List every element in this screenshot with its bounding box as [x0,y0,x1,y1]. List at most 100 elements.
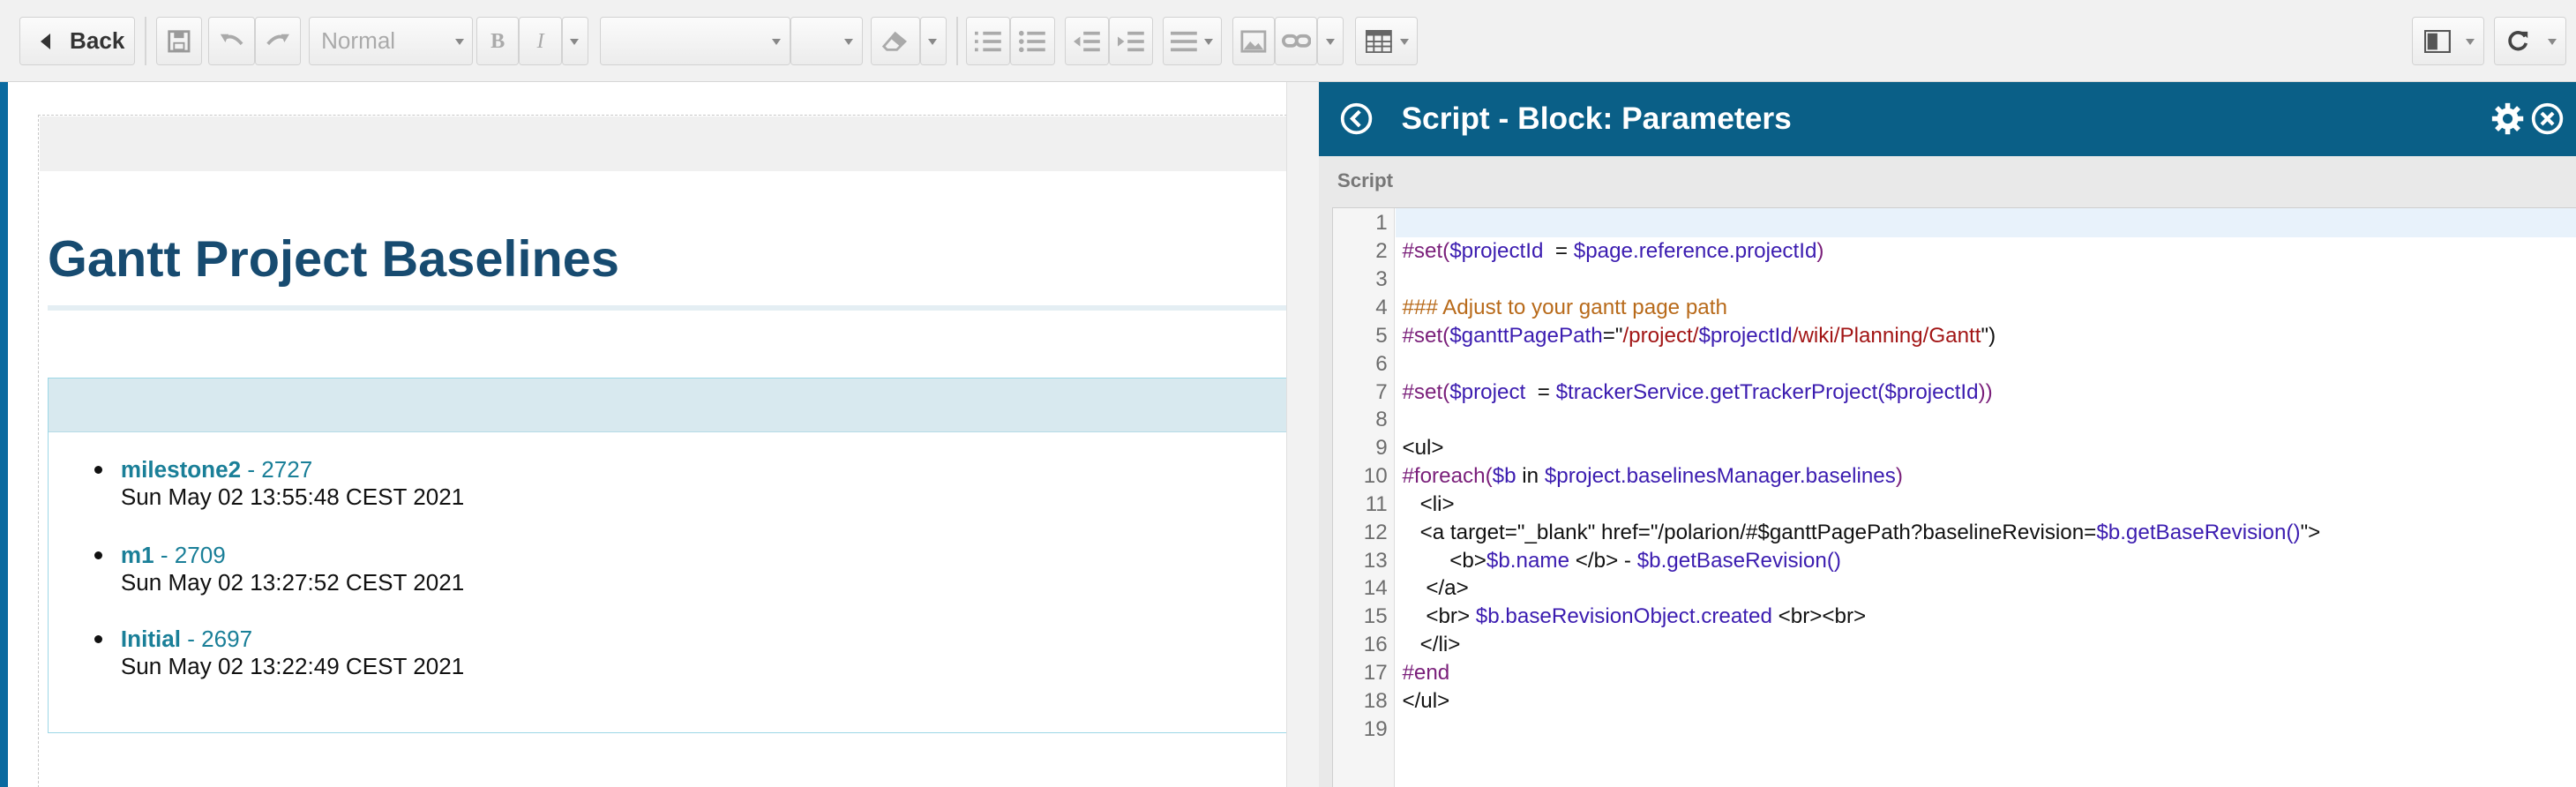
code-token: <br><br> [1771,604,1867,629]
clear-formatting-button[interactable] [870,16,920,66]
code-token: $project [1449,379,1526,404]
baseline-link[interactable]: m1 [121,542,154,568]
title-underline [48,305,1287,311]
line-number: 4 [1375,296,1388,320]
link-icon [1281,34,1312,48]
insert-image-button[interactable] [1232,16,1276,66]
back-circle-icon[interactable] [1339,101,1374,136]
page-title[interactable]: Gantt Project Baselines [48,230,619,289]
bold-button[interactable]: B [476,16,520,66]
line-number: 8 [1375,408,1388,432]
code-line: ### Adjust to your gantt page path [1402,294,1726,322]
code-token: in [1516,464,1545,489]
baseline-list-item: Initial - 2697 Sun May 02 13:22:49 CEST … [94,626,464,681]
code-token: </a> [1402,576,1469,601]
script-code-editor[interactable]: 1 2 3 4 5 6 7 8 9 10 11 12 13 14 15 16 17 18 19 #set($proj… [1332,206,2576,787]
code-token: $page.reference.projectId [1573,239,1817,264]
code-token: #foreach( [1402,464,1493,489]
font-family-select[interactable] [599,16,790,66]
line-number: 17 [1363,660,1388,685]
code-token: <a target="_blank" href="/polarion/#$gan… [1402,520,2097,544]
code-token: $b.getBaseRevision() [1636,548,1841,573]
code-token: $projectId [1449,239,1544,264]
line-number: 12 [1363,520,1388,544]
line-number: 19 [1363,716,1388,741]
code-token: "> [2300,520,2321,544]
close-circle-icon[interactable] [2530,101,2565,136]
code-line: <b>$b.name </b> - $b.getBaseRevision() [1402,547,1841,575]
line-number: 7 [1375,379,1388,404]
more-formatting-dropdown[interactable] [561,16,588,66]
numbered-list-button[interactable] [965,16,1011,66]
numbered-list-icon [975,31,1001,51]
script-block-output[interactable]: milestone2 - 2727 Sun May 02 13:55:48 CE… [48,378,1297,733]
code-token: #end [1402,660,1450,685]
baseline-link[interactable]: Initial [121,626,181,652]
line-number: 11 [1365,491,1388,516]
code-token: </ul> [1402,688,1450,713]
outdent-button[interactable] [1064,16,1109,66]
gear-icon[interactable] [2490,101,2525,136]
line-number: 5 [1375,323,1388,348]
link-dropdown[interactable] [1317,16,1344,66]
refresh-icon [2508,30,2528,50]
italic-button[interactable]: I [519,16,562,66]
code-token: $b.getBaseRevision() [2096,520,2301,544]
line-number: 18 [1363,688,1388,713]
layout-toggle-dropdown[interactable] [2411,16,2484,66]
code-token: <li> [1402,491,1455,516]
undo-button[interactable] [208,16,255,66]
paragraph-style-select[interactable]: Normal [309,16,474,66]
save-button[interactable] [155,16,203,66]
alignment-dropdown[interactable] [1163,16,1223,66]
baseline-created: Sun May 02 13:27:52 CEST 2021 [120,569,465,596]
bullet-list-icon [1019,30,1046,52]
font-size-select[interactable] [790,16,863,66]
code-token: $project.baselinesManager.baselines [1544,464,1896,489]
baseline-list-item: m1 - 2709 Sun May 02 13:27:52 CEST 2021 [94,541,465,597]
baseline-link[interactable]: milestone2 [121,456,241,483]
script-properties-panel: Script - Block: Parameters Script 12 3 4 5 6… [1319,82,2576,787]
pane-splitter[interactable] [1286,82,1321,787]
refresh-dropdown[interactable] [2493,16,2566,66]
align-icon [1170,31,1197,51]
line-number: 3 [1375,267,1388,292]
code-token: </li> [1402,633,1461,657]
bullet-icon [94,465,103,475]
line-number-gutter: 1 2 3 4 5 6 7 8 9 10 11 12 13 14 15 16 17 18 19 [1333,207,1396,787]
clear-formatting-dropdown[interactable] [919,16,947,66]
insert-link-button[interactable] [1275,16,1318,66]
panel-title: Script - Block: Parameters [1401,101,1792,137]
line-number: 6 [1375,351,1388,376]
line-number: 15 [1363,604,1388,629]
script-section-label: Script [1337,169,1394,191]
eraser-icon [881,31,908,51]
code-token: $ganttPagePath [1449,323,1603,348]
bullet-icon [94,551,103,560]
code-token: )) [1978,379,1993,404]
baseline-created: Sun May 02 13:55:48 CEST 2021 [120,483,465,511]
code-token: #set( [1402,379,1450,404]
script-block-header [49,379,1297,432]
baseline-revision: - 2727 [241,455,313,483]
code-line: #set($project = $trackerService.getTrack… [1402,379,1992,407]
back-button[interactable]: Back [19,16,135,66]
indent-button[interactable] [1108,16,1154,66]
undo-icon [220,34,243,46]
code-token: ") [1981,323,1996,348]
bullet-list-button[interactable] [1010,16,1055,66]
code-line: #set($ganttPagePath="/project/$projectId… [1402,322,1996,350]
app-canvas: Back Normal B I Gantt Project Baselines … [0,0,2576,787]
code-token: $b [1492,464,1516,489]
redo-button[interactable] [254,16,301,66]
line-number: 9 [1375,436,1388,461]
code-token: <br> [1402,604,1476,629]
save-icon [168,29,191,53]
code-line: <ul> [1402,434,1443,462]
toolbar-divider [144,16,146,66]
baseline-revision: - 2709 [154,541,226,568]
bold-label: B [490,28,505,53]
code-token: ### Adjust to your gantt page path [1402,296,1727,320]
baseline-list-item: milestone2 - 2727 Sun May 02 13:55:48 CE… [94,455,465,512]
insert-table-dropdown[interactable] [1355,16,1419,66]
